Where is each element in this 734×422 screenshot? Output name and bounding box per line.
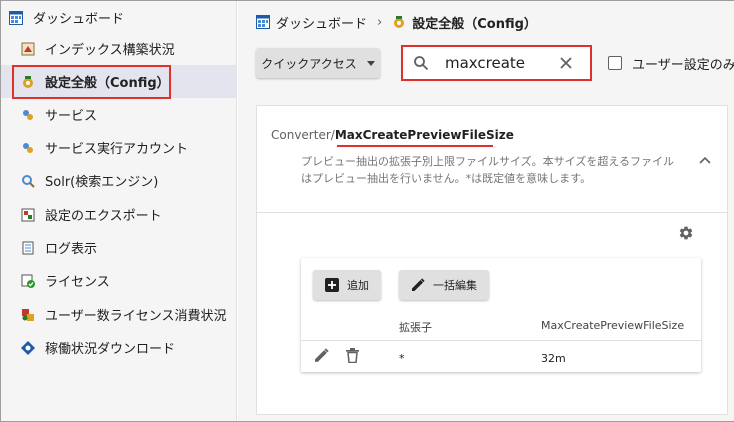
setting-key-name: MaxCreatePreviewFileSize bbox=[334, 128, 514, 142]
caret-down-icon bbox=[366, 60, 375, 66]
checkbox[interactable] bbox=[608, 56, 622, 70]
sidebar-item-solr[interactable]: Solr(検索エンジン) bbox=[1, 164, 237, 197]
setting-key: Converter/MaxCreatePreviewFileSize bbox=[271, 128, 514, 142]
sidebar-item-status-download[interactable]: 稼働状況ダウンロード bbox=[1, 331, 237, 364]
sidebar-item-label: ユーザー数ライセンス消費状況 bbox=[45, 309, 227, 324]
cell-value: 32m bbox=[541, 352, 566, 365]
config-icon bbox=[21, 75, 35, 89]
search-icon bbox=[413, 55, 429, 71]
panel-divider bbox=[257, 212, 727, 213]
breadcrumb-separator: › bbox=[377, 14, 383, 30]
dashboard-icon bbox=[9, 10, 23, 25]
solr-icon bbox=[21, 174, 35, 188]
sidebar-item-config[interactable]: 設定全般（Config） bbox=[1, 65, 237, 98]
column-header-extension: 拡張子 bbox=[399, 321, 432, 334]
add-button[interactable]: 追加 bbox=[313, 270, 381, 300]
sidebar-item-license[interactable]: ライセンス bbox=[1, 264, 237, 297]
gear-icon[interactable] bbox=[678, 225, 694, 241]
sidebar-item-label: ダッシュボード bbox=[33, 12, 125, 27]
setting-description: プレビュー抽出の拡張子別上限ファイルサイズ。本サイズを超えるファイルはプレビュー… bbox=[301, 155, 675, 185]
breadcrumb-current: 設定全般（Config） bbox=[412, 16, 537, 32]
dashboard-icon bbox=[256, 15, 270, 29]
bulk-edit-label: 一括編集 bbox=[433, 279, 477, 292]
pencil-icon bbox=[411, 278, 425, 292]
add-label: 追加 bbox=[347, 279, 369, 292]
sidebar-item-service[interactable]: サービス bbox=[1, 98, 237, 131]
sidebar-item-label: Solr(検索エンジン) bbox=[45, 175, 159, 190]
sidebar-item-dashboard[interactable]: ダッシュボード bbox=[1, 1, 237, 34]
service-icon bbox=[21, 108, 35, 122]
setting-key-prefix: Converter/ bbox=[271, 128, 335, 142]
license-icon bbox=[21, 274, 35, 288]
clear-icon[interactable] bbox=[559, 56, 573, 70]
column-header-value: MaxCreatePreviewFileSize bbox=[541, 319, 685, 332]
search-box bbox=[401, 45, 592, 81]
user-settings-only-label: ユーザー設定のみ表示 bbox=[632, 57, 734, 73]
sidebar-item-label: インデックス構築状況 bbox=[45, 43, 175, 58]
search-input[interactable] bbox=[445, 54, 555, 72]
breadcrumb-root[interactable]: ダッシュボード bbox=[276, 13, 367, 32]
setting-key-highlight bbox=[337, 145, 493, 147]
download-icon bbox=[21, 340, 35, 355]
sidebar-item-log[interactable]: ログ表示 bbox=[1, 231, 237, 264]
index-icon bbox=[21, 42, 35, 56]
values-table: 追加 一括編集 拡張子 MaxCreatePreviewFileSize * 3… bbox=[301, 258, 701, 372]
delete-row-icon[interactable] bbox=[346, 348, 359, 363]
add-box-icon bbox=[325, 278, 339, 292]
sidebar-item-service-account[interactable]: サービス実行アカウント bbox=[1, 131, 237, 164]
quick-access-button[interactable]: クイックアクセス bbox=[256, 48, 380, 78]
setting-panel: Converter/MaxCreatePreviewFileSize プレビュー… bbox=[256, 105, 728, 415]
service-account-icon bbox=[21, 141, 35, 155]
sidebar-item-label: 設定全般（Config） bbox=[45, 76, 170, 91]
main-content: ダッシュボード › 設定全般（Config） クイックアクセス ユーザー設定のみ… bbox=[238, 1, 734, 421]
sidebar-item-export[interactable]: 設定のエクスポート bbox=[1, 198, 237, 231]
header-divider bbox=[301, 340, 701, 341]
sidebar-item-label: 稼働状況ダウンロード bbox=[45, 342, 176, 357]
sidebar-item-index-status[interactable]: インデックス構築状況 bbox=[1, 32, 237, 65]
sidebar-item-label: 設定のエクスポート bbox=[45, 209, 162, 224]
bulk-edit-button[interactable]: 一括編集 bbox=[399, 270, 489, 300]
edit-row-icon[interactable] bbox=[314, 348, 329, 363]
quick-access-label: クイックアクセス bbox=[261, 56, 357, 71]
log-icon bbox=[21, 241, 35, 255]
sidebar-item-label: サービス実行アカウント bbox=[45, 142, 189, 157]
config-icon bbox=[392, 15, 406, 29]
sidebar: ダッシュボード インデックス構築状況 設定全般（Config） サービス サービ… bbox=[1, 1, 237, 421]
cell-extension: * bbox=[399, 352, 405, 365]
sidebar-item-label: サービス bbox=[45, 109, 98, 124]
user-license-icon bbox=[21, 308, 35, 322]
export-icon bbox=[21, 208, 35, 222]
sidebar-item-label: ログ表示 bbox=[45, 242, 98, 257]
user-settings-only-checkbox[interactable]: ユーザー設定のみ表示 bbox=[608, 55, 734, 73]
sidebar-item-user-license[interactable]: ユーザー数ライセンス消費状況 bbox=[1, 298, 237, 331]
breadcrumb: ダッシュボード › 設定全般（Config） bbox=[256, 12, 537, 32]
chevron-up-icon[interactable] bbox=[699, 156, 711, 164]
sidebar-item-label: ライセンス bbox=[45, 275, 110, 290]
